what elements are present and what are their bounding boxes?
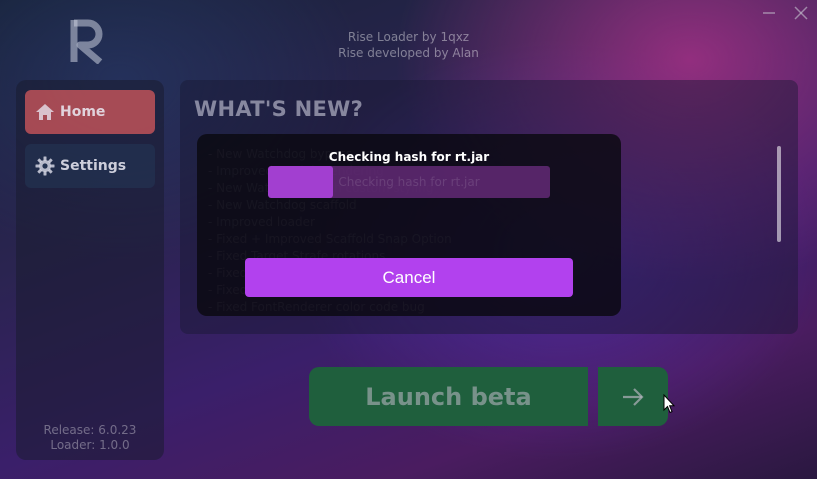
minimize-icon bbox=[763, 12, 775, 14]
gear-icon bbox=[35, 156, 55, 176]
loader-version: Loader: 1.0.0 bbox=[50, 438, 130, 452]
cancel-button[interactable]: Cancel bbox=[245, 258, 573, 297]
whats-new-heading: WHAT'S NEW? bbox=[194, 97, 364, 121]
changelog-scrollbar[interactable] bbox=[777, 146, 781, 242]
close-button[interactable] bbox=[784, 0, 817, 26]
sidebar-item-label: Settings bbox=[60, 158, 127, 174]
sidebar-item-home[interactable]: Home bbox=[25, 90, 155, 134]
mouse-cursor-icon bbox=[663, 394, 675, 414]
release-version: Release: 6.0.23 bbox=[43, 423, 137, 437]
sidebar: Home Settings Release: 6.0.23 Loader: 1.… bbox=[16, 80, 164, 460]
launch-arrow-button[interactable] bbox=[598, 367, 668, 426]
minimize-button[interactable] bbox=[752, 0, 786, 26]
arrow-right-icon bbox=[623, 387, 644, 406]
close-icon bbox=[794, 6, 808, 20]
app-title: Rise Loader by 1qxz bbox=[347, 30, 470, 44]
app-subtitle: Rise developed by Alan bbox=[338, 46, 479, 60]
home-icon bbox=[35, 102, 55, 122]
sidebar-item-settings[interactable]: Settings bbox=[25, 144, 155, 188]
dialog-title: Checking hash for rt.jar bbox=[328, 150, 490, 164]
sidebar-item-label: Home bbox=[60, 104, 106, 120]
hash-check-dialog: Checking hash for rt.jar Checking hash f… bbox=[197, 134, 621, 316]
progress-bar: Checking hash for rt.jar bbox=[268, 166, 550, 198]
launch-beta-button[interactable]: Launch beta bbox=[309, 367, 588, 426]
progress-label: Checking hash for rt.jar bbox=[338, 175, 480, 189]
